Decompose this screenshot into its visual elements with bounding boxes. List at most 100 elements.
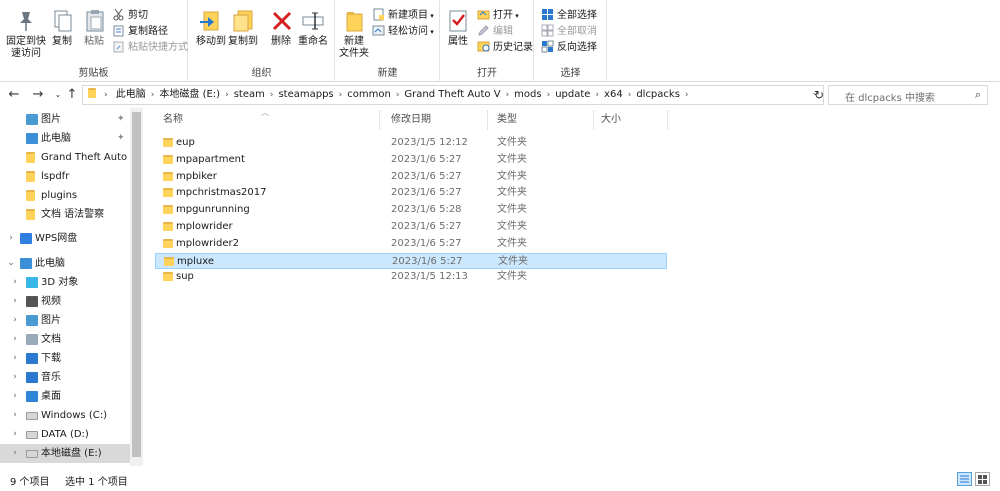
- expand-chevron-icon[interactable]: ›: [10, 425, 20, 444]
- nav-item[interactable]: plugins: [0, 186, 130, 205]
- breadcrumb-item[interactable]: Grand Theft Auto V: [401, 86, 503, 104]
- nav-item[interactable]: 文档 语法警察: [0, 205, 130, 224]
- breadcrumb-item[interactable]: update: [552, 86, 593, 104]
- forward-button[interactable]: →: [30, 87, 46, 103]
- address-bar[interactable]: › 此电脑 › 本地磁盘 (E:) › steam › steamapps › common › G…: [82, 85, 824, 105]
- file-row[interactable]: mpchristmas2017 2023/1/6 5:27 文件夹: [155, 185, 667, 201]
- address-row: ← → ⌄ ↑ › 此电脑 › 本地磁盘 (E:) › steam › steamapps ›…: [0, 83, 1000, 108]
- delete-button[interactable]: 删除: [269, 8, 293, 48]
- nav-item[interactable]: › 本地磁盘 (E:): [0, 444, 130, 463]
- file-row[interactable]: sup 2023/1/5 12:13 文件夹: [155, 269, 667, 285]
- file-row[interactable]: mpapartment 2023/1/6 5:27 文件夹: [155, 152, 667, 168]
- breadcrumb-separator[interactable]: ›: [394, 86, 402, 104]
- file-row[interactable]: eup 2023/1/5 12:12 文件夹: [155, 135, 667, 151]
- copy-to-button[interactable]: 复制到: [227, 8, 259, 48]
- column-divider[interactable]: [379, 110, 380, 130]
- search-box[interactable]: 在 dlcpacks 中搜索 ⌕: [828, 85, 988, 105]
- nav-item[interactable]: › DATA (D:): [0, 425, 130, 444]
- expand-chevron-icon[interactable]: ›: [10, 349, 20, 368]
- expanded-chevron-icon[interactable]: ⌄: [6, 254, 16, 273]
- expand-chevron-icon[interactable]: ›: [10, 273, 20, 292]
- paste-shortcut-button[interactable]: 粘贴快捷方式: [112, 40, 188, 56]
- nav-scrollbar[interactable]: [130, 108, 143, 466]
- column-divider[interactable]: [487, 110, 488, 130]
- nav-item[interactable]: lspdfr: [0, 167, 130, 186]
- file-row[interactable]: mpluxe 2023/1/6 5:27 文件夹: [155, 252, 667, 269]
- column-divider[interactable]: [667, 110, 668, 130]
- history-button[interactable]: 历史记录: [477, 40, 533, 56]
- invert-selection-button[interactable]: 反向选择: [541, 40, 597, 56]
- nav-item[interactable]: › 音乐: [0, 368, 130, 387]
- new-item-button[interactable]: 新建项目 ▾: [372, 8, 434, 24]
- rename-button[interactable]: 重命名: [297, 8, 329, 48]
- file-row[interactable]: mpbiker 2023/1/6 5:27 文件夹: [155, 169, 667, 185]
- file-row[interactable]: mpgunrunning 2023/1/6 5:28 文件夹: [155, 202, 667, 218]
- breadcrumb-separator[interactable]: ›: [504, 86, 512, 104]
- expand-chevron-icon[interactable]: ›: [10, 406, 20, 425]
- nav-item[interactable]: ⌄ 此电脑: [0, 254, 130, 273]
- column-header-type[interactable]: 类型: [497, 110, 517, 130]
- breadcrumb-separator[interactable]: ›: [223, 86, 231, 104]
- nav-item[interactable]: › Windows (C:): [0, 406, 130, 425]
- breadcrumb-separator[interactable]: ›: [102, 86, 110, 104]
- copy-path-button[interactable]: 复制路径: [112, 24, 168, 40]
- breadcrumb-separator[interactable]: ›: [337, 86, 345, 104]
- expand-chevron-icon[interactable]: ›: [10, 292, 20, 311]
- breadcrumb-separator[interactable]: ›: [545, 86, 553, 104]
- breadcrumb-item[interactable]: steamapps: [275, 86, 336, 104]
- breadcrumb-item[interactable]: 本地磁盘 (E:): [156, 86, 223, 104]
- column-header-name[interactable]: 名称: [163, 110, 183, 130]
- breadcrumb-item[interactable]: x64: [601, 86, 626, 104]
- large-icons-view-button[interactable]: [975, 472, 990, 486]
- easy-access-button[interactable]: 轻松访问 ▾: [372, 24, 434, 40]
- paste-button[interactable]: 粘贴: [82, 8, 106, 48]
- breadcrumb-item[interactable]: common: [344, 86, 394, 104]
- breadcrumb-item[interactable]: steam: [231, 86, 268, 104]
- expand-chevron-icon[interactable]: ›: [10, 387, 20, 406]
- refresh-button[interactable]: ↻: [810, 86, 828, 104]
- move-to-button[interactable]: 移动到: [195, 8, 227, 48]
- breadcrumb-separator[interactable]: ›: [593, 86, 601, 104]
- breadcrumb-separator[interactable]: ›: [149, 86, 157, 104]
- column-header-date[interactable]: 修改日期: [391, 110, 431, 130]
- properties-button[interactable]: 属性: [445, 8, 471, 48]
- breadcrumb-separator[interactable]: ›: [268, 86, 276, 104]
- expand-chevron-icon[interactable]: ›: [10, 368, 20, 387]
- expand-chevron-icon[interactable]: ›: [10, 311, 20, 330]
- expand-chevron-icon[interactable]: ›: [10, 330, 20, 349]
- nav-item[interactable]: › 图片: [0, 311, 130, 330]
- breadcrumb-item[interactable]: dlcpacks: [633, 86, 683, 104]
- up-button[interactable]: ↑: [64, 87, 80, 103]
- nav-item[interactable]: › 桌面: [0, 387, 130, 406]
- pin-quick-access-button[interactable]: 固定到快 速访问: [4, 8, 48, 60]
- expand-chevron-icon[interactable]: ›: [10, 444, 20, 463]
- cut-button[interactable]: 剪切: [112, 8, 148, 24]
- nav-item[interactable]: 图片 ✦: [0, 110, 130, 129]
- nav-item[interactable]: › WPS网盘: [0, 229, 130, 248]
- nav-scrollbar-thumb[interactable]: [132, 112, 141, 457]
- open-button[interactable]: 打开 ▾: [477, 8, 519, 24]
- expand-chevron-icon[interactable]: ›: [6, 229, 16, 248]
- file-row[interactable]: mplowrider 2023/1/6 5:27 文件夹: [155, 219, 667, 235]
- nav-item[interactable]: › 视频: [0, 292, 130, 311]
- nav-item[interactable]: 此电脑 ✦: [0, 129, 130, 148]
- select-all-button[interactable]: 全部选择: [541, 8, 597, 24]
- copy-button[interactable]: 复制: [50, 8, 74, 48]
- breadcrumb-item[interactable]: mods: [511, 86, 544, 104]
- new-folder-button[interactable]: 新建 文件夹: [338, 8, 370, 60]
- back-button[interactable]: ←: [6, 87, 22, 103]
- rename-icon: [300, 8, 326, 34]
- edit-button[interactable]: 编辑: [477, 24, 513, 40]
- nav-item[interactable]: › 文档: [0, 330, 130, 349]
- select-none-button[interactable]: 全部取消: [541, 24, 597, 40]
- nav-item[interactable]: Grand Theft Auto V: [0, 148, 137, 167]
- column-header-size[interactable]: 大小: [601, 110, 621, 130]
- details-view-button[interactable]: [957, 472, 972, 486]
- file-row[interactable]: mplowrider2 2023/1/6 5:27 文件夹: [155, 236, 667, 252]
- nav-item[interactable]: › 下载: [0, 349, 130, 368]
- column-divider[interactable]: [593, 110, 594, 130]
- breadcrumb-separator[interactable]: ›: [626, 86, 634, 104]
- nav-item[interactable]: › 3D 对象: [0, 273, 130, 292]
- breadcrumb-item[interactable]: 此电脑: [113, 86, 149, 104]
- breadcrumb-separator[interactable]: ›: [683, 86, 691, 104]
